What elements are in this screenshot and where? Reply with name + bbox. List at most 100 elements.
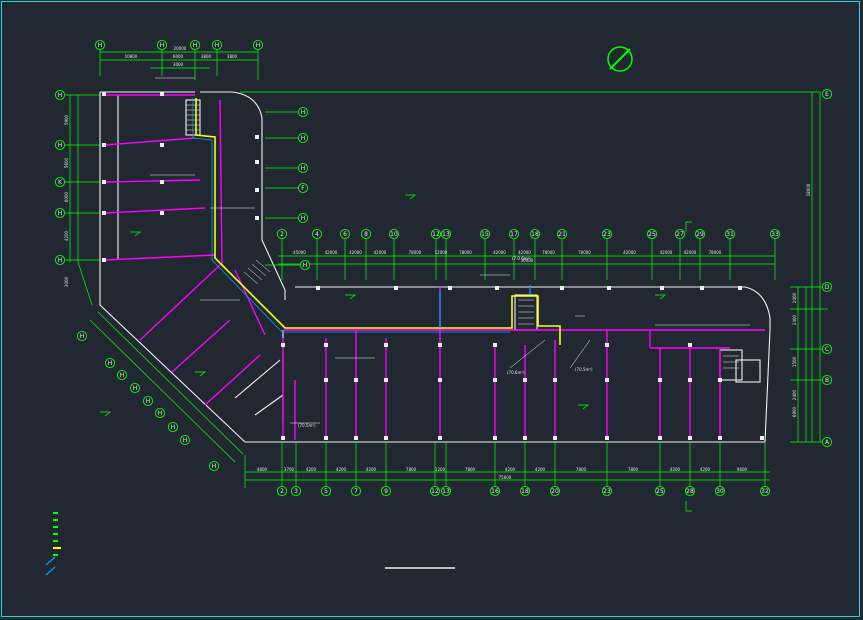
legend-swatch	[53, 519, 58, 521]
room-tags	[100, 194, 667, 417]
dimension-text: 9600	[737, 467, 748, 472]
dimension-text: 78000	[409, 250, 422, 255]
dimension-text: 78000	[459, 250, 472, 255]
dimension-text: 42000	[325, 250, 338, 255]
room-note-center: (70.6m²)	[507, 370, 525, 375]
dimension-total: 18000	[806, 183, 811, 196]
axis-bubble-upper: 31	[724, 228, 736, 240]
axis-bubble-left: H	[54, 207, 66, 219]
axis-bubble-mid: H	[299, 259, 311, 271]
axis-label: 9	[384, 488, 388, 495]
axis-bubble-upper: 13	[440, 228, 452, 240]
axis-label: H	[183, 437, 188, 444]
dimension-text: 78000	[709, 250, 722, 255]
axis-label: H	[98, 42, 103, 49]
axis-bubble-left: H	[54, 89, 66, 101]
building-walls	[99, 91, 771, 443]
axis-bubble-upper: 8	[360, 228, 372, 240]
axis-label: 13	[442, 488, 450, 495]
axis-bubble-mid: H	[297, 162, 309, 174]
dimension-text: 45000	[293, 250, 306, 255]
axis-label: 30	[716, 488, 724, 495]
axis-label: 28	[686, 488, 694, 495]
axis-bubble-diagonal: H	[142, 395, 154, 407]
axis-bubble-upper: 23	[601, 228, 613, 240]
axis-label: H	[301, 109, 306, 116]
axis-bubble-bottom: 2	[276, 485, 288, 497]
axis-bubble-bottom: 20	[549, 485, 561, 497]
dimension-text: 3700	[284, 467, 295, 472]
axis-label: 25	[656, 488, 664, 495]
axis-label: H	[58, 142, 63, 149]
axis-label: 29	[696, 231, 704, 238]
axis-label: 7	[354, 488, 358, 495]
axis-label: H	[58, 210, 63, 217]
axis-label: 18	[521, 488, 529, 495]
axis-label: 17	[510, 231, 518, 238]
axis-bubble-mid: H	[297, 132, 309, 144]
axis-bubble-diagonal: H	[179, 434, 191, 446]
axis-label: 27	[676, 231, 684, 238]
axis-label: 20	[551, 488, 559, 495]
axis-bubble-bottom: 16	[489, 485, 501, 497]
dimension-text: 4200	[535, 467, 546, 472]
legend-swatch	[53, 526, 58, 528]
axis-bubble-top-left: H	[189, 39, 201, 51]
dimension-text: 6000	[64, 191, 69, 202]
axis-bubble-left: H	[54, 254, 66, 266]
axis-label: H	[160, 42, 165, 49]
dimension-text: 7800	[628, 467, 639, 472]
dimension-text: 3800	[227, 54, 238, 59]
dimension-text: 3000	[173, 62, 184, 67]
axis-label: 6	[343, 231, 347, 238]
dimension-text: 4800	[257, 467, 268, 472]
axis-label: 32	[761, 488, 769, 495]
dimension-text: 4200	[336, 467, 347, 472]
dimension-total: 75600	[499, 475, 512, 480]
axis-bubble-upper: 25	[646, 228, 658, 240]
dimension-text: 1500	[792, 356, 797, 367]
dimension-text: 4200	[700, 467, 711, 472]
axis-bubble-bottom: 5	[320, 485, 332, 497]
axis-bubble-bottom: 9	[380, 485, 392, 497]
axis-bubble-bottom: 25	[654, 485, 666, 497]
axis-bubble-upper: 4	[311, 228, 323, 240]
axis-bubble-diagonal: H	[208, 460, 220, 472]
axis-label: 23	[603, 231, 611, 238]
axis-label: 16	[491, 488, 499, 495]
axis-bubble-upper: 21	[556, 228, 568, 240]
axis-label: H	[193, 42, 198, 49]
axis-label: H	[171, 424, 176, 431]
axis-bubble-mid: H	[297, 212, 309, 224]
dimension-text: 6000	[173, 54, 184, 59]
dimension-text: 10800	[125, 54, 138, 59]
axis-bubble-row: B	[821, 374, 833, 386]
axis-label: 18	[531, 231, 539, 238]
axis-label: E	[825, 91, 829, 98]
axis-label: H	[158, 410, 163, 417]
axis-bubble-upper: 17	[508, 228, 520, 240]
dimension-text: 4200	[64, 230, 69, 241]
dimension-text: 5600	[64, 157, 69, 168]
axis-label: 2	[280, 488, 284, 495]
axis-bubble-diagonal: H	[129, 382, 141, 394]
legend-swatch	[45, 566, 56, 576]
axis-label: H	[133, 385, 138, 392]
dimension-text: 42000	[518, 250, 531, 255]
axis-bubble-upper: 15	[479, 228, 491, 240]
axis-label: C	[825, 346, 829, 353]
axis-bubble-diagonal: H	[116, 369, 128, 381]
axis-bubble-top-left: H	[94, 39, 106, 51]
legend-swatch	[53, 554, 58, 556]
dimension-text: 12000	[435, 250, 448, 255]
axis-label: B	[825, 377, 829, 384]
floor-plan-drawing: HHHHH HHKHH HHHHHHHHH HHHFHH 2 4 6 8 10 12 13 1…	[45, 39, 833, 576]
axis-bubble-upper: 33	[769, 228, 781, 240]
axis-label: 21	[558, 231, 566, 238]
legend-swatch	[53, 533, 58, 535]
axis-label: H	[58, 257, 63, 264]
room-note-stair: (7.0 6m²)	[512, 256, 531, 261]
dimension-text: 4200	[670, 467, 681, 472]
axis-bubble-bottom: 32	[759, 485, 771, 497]
dimension-text: 42000	[660, 250, 673, 255]
